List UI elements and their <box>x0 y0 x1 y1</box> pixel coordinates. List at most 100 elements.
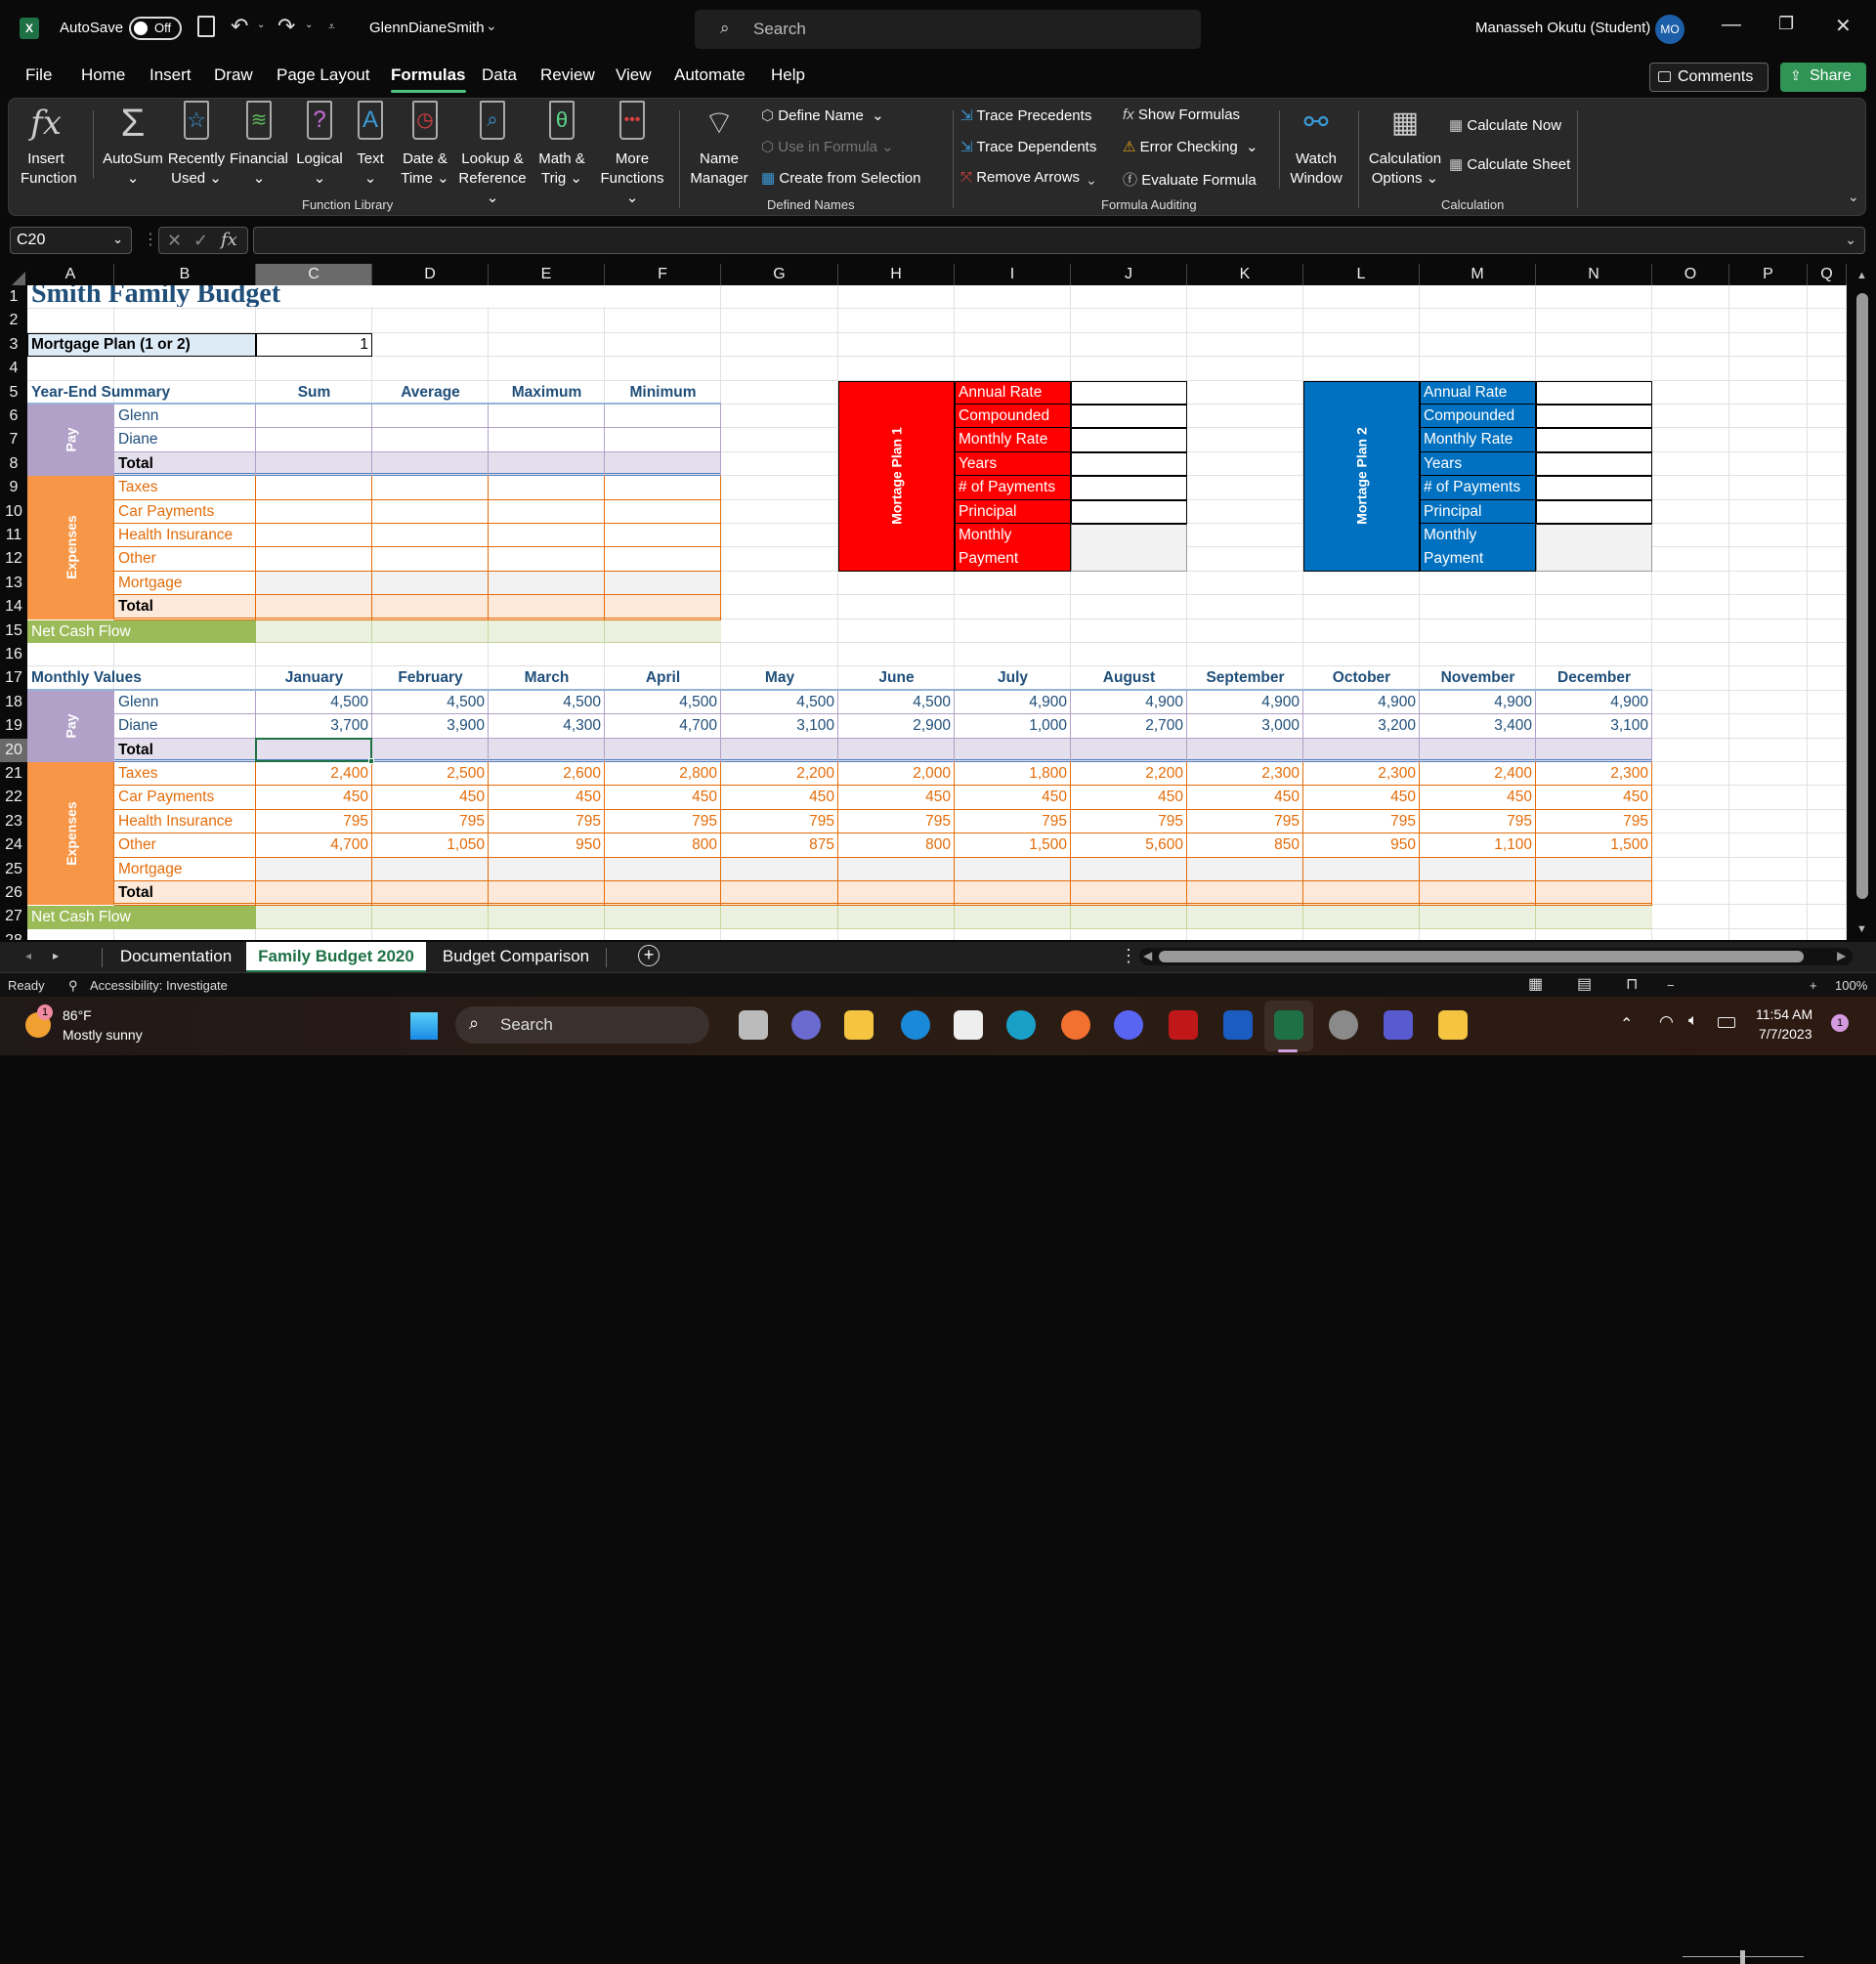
select-all-corner[interactable] <box>12 272 25 285</box>
remove-arrows-button[interactable]: ⤧ Remove Arrows ⌄ <box>960 169 1094 186</box>
column-header-G[interactable]: G <box>721 264 838 285</box>
row-header-6[interactable]: 6 <box>0 405 27 428</box>
tab-automate[interactable]: Automate <box>674 65 746 85</box>
mortgage-plan-2-input[interactable] <box>1536 405 1652 429</box>
save-icon[interactable] <box>197 16 215 37</box>
row-header-14[interactable]: 14 <box>0 595 27 619</box>
row-header-23[interactable]: 23 <box>0 810 27 833</box>
scroll-down-icon[interactable]: ▼ <box>1856 923 1867 935</box>
column-header-F[interactable]: F <box>605 264 721 285</box>
zoom-in-icon[interactable]: + <box>1810 978 1817 993</box>
column-header-E[interactable]: E <box>489 264 605 285</box>
tab-formulas[interactable]: Formulas <box>391 65 466 93</box>
selected-cell-C20[interactable] <box>255 737 372 762</box>
worksheet[interactable]: Smith Family Budget Mortgage Plan (1 or 2… <box>27 285 1847 940</box>
insert-function-icon[interactable]: fx <box>221 230 237 250</box>
battery-icon[interactable] <box>1718 1017 1735 1028</box>
mortgage-plan-1-input[interactable] <box>1071 476 1187 500</box>
calculate-sheet-button[interactable]: ▦ Calculate Sheet <box>1449 155 1570 173</box>
help-icon[interactable] <box>901 1010 930 1040</box>
mortgage-plan-2-input[interactable] <box>1536 499 1652 524</box>
word-icon[interactable] <box>1223 1010 1253 1040</box>
row-header-10[interactable]: 10 <box>0 500 27 524</box>
row-header-22[interactable]: 22 <box>0 786 27 809</box>
mortgage-plan-1-input[interactable] <box>1071 451 1187 477</box>
avatar[interactable]: MO <box>1655 15 1684 44</box>
tab-page-layout[interactable]: Page Layout <box>277 65 369 85</box>
volume-icon[interactable]: 🔈︎ <box>1688 1012 1698 1030</box>
tab-draw[interactable]: Draw <box>214 65 253 85</box>
store-icon[interactable] <box>954 1010 983 1040</box>
calculation-options-button[interactable]: ▦ Calculation Options ⌄ <box>1365 101 1445 189</box>
row-header-8[interactable]: 8 <box>0 452 27 476</box>
task-view-icon[interactable] <box>739 1010 768 1040</box>
accessibility-icon[interactable]: ⚲ <box>68 978 78 994</box>
file-name-chevron-icon[interactable]: ⌄ <box>486 18 497 34</box>
clock-time[interactable]: 11:54 AM <box>1756 1006 1812 1022</box>
create-from-selection-button[interactable]: ▦ Create from Selection <box>761 169 920 187</box>
clock-date[interactable]: 7/7/2023 <box>1759 1026 1812 1042</box>
customize-toolbar-icon[interactable]: ⩡ <box>328 20 335 34</box>
page-break-view-icon[interactable]: ⊓ <box>1626 974 1638 994</box>
calculate-now-button[interactable]: ▦ Calculate Now <box>1449 116 1561 134</box>
zoom-slider-thumb[interactable] <box>1740 1950 1745 1964</box>
watch-window-button[interactable]: ⚯ Watch Window <box>1285 101 1347 189</box>
enter-icon[interactable]: ✓ <box>193 231 208 251</box>
tab-help[interactable]: Help <box>771 65 805 85</box>
file-name[interactable]: GlennDianeSmith <box>369 20 485 36</box>
tab-file[interactable]: File <box>25 65 52 85</box>
next-sheet-icon[interactable]: ▸ <box>53 949 59 962</box>
row-header-7[interactable]: 7 <box>0 428 27 451</box>
lookup-reference-button[interactable]: ⌕ Lookup & Reference ⌄ <box>456 101 529 208</box>
column-header-N[interactable]: N <box>1536 264 1652 285</box>
fill-handle[interactable] <box>368 758 374 764</box>
error-checking-button[interactable]: ⚠ Error Checking ⌄ <box>1123 138 1258 155</box>
zoom-level[interactable]: 100% <box>1835 978 1867 993</box>
weather-desc[interactable]: Mostly sunny <box>63 1027 143 1043</box>
column-header-K[interactable]: K <box>1187 264 1303 285</box>
start-icon[interactable] <box>410 1012 438 1040</box>
row-header-16[interactable]: 16 <box>0 643 27 666</box>
text-button[interactable]: A Text ⌄ <box>351 101 390 189</box>
row-header-13[interactable]: 13 <box>0 572 27 595</box>
tab-home[interactable]: Home <box>81 65 125 85</box>
row-header-3[interactable]: 3 <box>0 333 27 357</box>
mortgage-plan-1-input[interactable] <box>1071 405 1187 429</box>
tab-split-handle-icon[interactable]: ⋮ <box>1120 946 1137 966</box>
settings-icon[interactable] <box>1329 1010 1358 1040</box>
search-box[interactable]: ⌕ Search <box>695 10 1201 49</box>
date-time-button[interactable]: ◷ Date & Time ⌄ <box>396 101 454 189</box>
vertical-scroll-thumb[interactable] <box>1856 293 1868 899</box>
notification-badge[interactable]: 1 <box>1831 1014 1849 1032</box>
tray-chevron-icon[interactable]: ⌃ <box>1620 1014 1633 1034</box>
row-header-18[interactable]: 18 <box>0 691 27 714</box>
row-header-15[interactable]: 15 <box>0 619 27 643</box>
row-header-20[interactable]: 20 <box>0 738 27 762</box>
excel-icon[interactable] <box>1274 1010 1303 1040</box>
define-name-button[interactable]: ⬡ Define Name ⌄ <box>761 107 884 124</box>
sheet-tab-family-budget-2020[interactable]: Family Budget 2020 <box>246 942 426 972</box>
wifi-icon[interactable]: ◠ <box>1659 1012 1674 1032</box>
row-header-26[interactable]: 26 <box>0 881 27 905</box>
zoom-out-icon[interactable]: − <box>1667 978 1675 993</box>
column-header-P[interactable]: P <box>1729 264 1808 285</box>
column-header-H[interactable]: H <box>838 264 955 285</box>
row-header-5[interactable]: 5 <box>0 381 27 405</box>
mortgage-plan-1-input[interactable] <box>1071 428 1187 452</box>
mortgage-plan-2-input[interactable] <box>1536 380 1652 405</box>
mortgage-plan-2-input[interactable] <box>1536 428 1652 452</box>
financial-button[interactable]: ≋ Financial ⌄ <box>228 101 290 189</box>
more-functions-button[interactable]: ••• More Functions ⌄ <box>593 101 671 208</box>
discord-icon[interactable] <box>1114 1010 1143 1040</box>
mortgage-plan-2-input[interactable] <box>1536 476 1652 500</box>
weather-temp[interactable]: 86°F <box>63 1007 92 1023</box>
tab-insert[interactable]: Insert <box>149 65 192 85</box>
vertical-scrollbar[interactable]: ▲ ▼ <box>1849 264 1876 940</box>
row-header-19[interactable]: 19 <box>0 714 27 738</box>
use-in-formula-button[interactable]: ⬡ Use in Formula ⌄ <box>761 138 894 155</box>
redo-dropdown-icon[interactable]: ⌄ <box>305 20 313 30</box>
row-header-28[interactable]: 28 <box>0 929 27 940</box>
column-header-J[interactable]: J <box>1071 264 1187 285</box>
row-header-2[interactable]: 2 <box>0 309 27 332</box>
horizontal-scroll-thumb[interactable] <box>1159 951 1804 962</box>
